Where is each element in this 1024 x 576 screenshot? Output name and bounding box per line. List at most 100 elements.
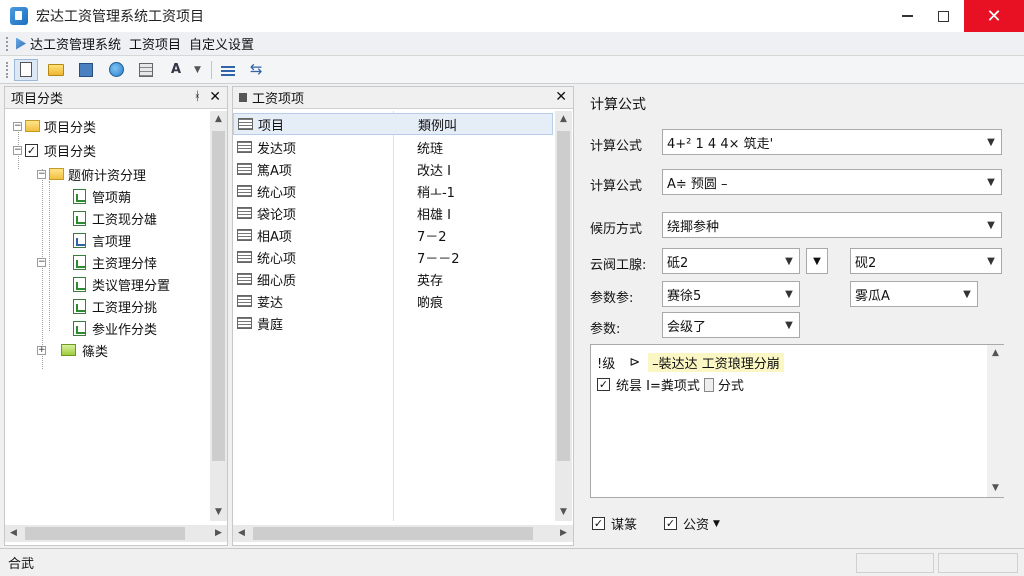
param-combo-1b-value: 砚2	[855, 255, 877, 271]
scroll-up-icon[interactable]: ▲	[987, 345, 1004, 362]
tree-item[interactable]: − 项目分类	[13, 115, 96, 137]
table-button[interactable]	[134, 59, 158, 81]
collapse-icon[interactable]: −	[37, 169, 46, 179]
param-label-3: 参数:	[590, 322, 621, 337]
open-button[interactable]	[44, 59, 68, 81]
font-dropdown-arrow[interactable]: ▼	[194, 65, 201, 75]
scroll-down-icon[interactable]: ▼	[987, 480, 1004, 497]
list-item[interactable]: 袋论项 相雄 I	[233, 202, 553, 224]
tree-item[interactable]: − 主资理分悻	[37, 251, 157, 273]
param-combo-2a[interactable]: 赛徐5 ▼	[662, 281, 800, 307]
scroll-up-icon[interactable]: ▲	[555, 111, 572, 128]
globe-icon	[108, 62, 124, 77]
option-checkbox-2[interactable]: ✓ 公资 ▼	[664, 514, 720, 533]
editor-checkbox[interactable]: ✓	[597, 378, 610, 391]
list-item[interactable]: 统心项 稍ㅗ-1	[233, 180, 553, 202]
checkbox-checked-icon[interactable]: ✓	[592, 517, 605, 530]
scrollbar-thumb[interactable]	[557, 131, 570, 461]
expand-icon[interactable]: +	[37, 345, 46, 355]
item-name: 袋论项	[257, 207, 297, 223]
tree-item[interactable]: − ✓ 项目分类	[13, 139, 96, 161]
chevron-down-icon[interactable]: ▼	[713, 519, 720, 529]
list-item[interactable]: 相A项 7－2	[233, 224, 553, 246]
chevron-down-icon[interactable]: ▼	[779, 313, 799, 337]
font-button[interactable]: A	[164, 59, 188, 81]
option-checkbox-1[interactable]: ✓ 谋篆	[592, 514, 637, 533]
method-combo[interactable]: 绕揶参种 ▼	[662, 212, 1002, 238]
save-icon	[79, 62, 93, 77]
salary-item-pane-close-button[interactable]: ✕	[555, 89, 567, 105]
chevron-down-icon[interactable]: ▼	[981, 170, 1001, 194]
formula-combo-1[interactable]: 4+² 1 4 4× 筑走' ▼	[662, 129, 1002, 155]
formula-combo-1-value: 4+² 1 4 4× 筑走'	[667, 136, 774, 152]
tree-item[interactable]: − 题俯计资分理	[37, 163, 146, 185]
list-horizontal-scrollbar[interactable]: ◀ ▶	[233, 525, 573, 542]
tree-item[interactable]: 管项蒴	[73, 185, 131, 207]
editor-vertical-scrollbar[interactable]: ▲ ▼	[987, 345, 1004, 497]
scroll-left-icon[interactable]: ◀	[233, 525, 250, 542]
param-combo-2b[interactable]: 雾瓜A ▼	[850, 281, 978, 307]
scroll-right-icon[interactable]: ▶	[210, 525, 227, 542]
chevron-down-icon[interactable]: ▼	[981, 130, 1001, 154]
align-button[interactable]	[216, 59, 240, 81]
chevron-down-icon[interactable]: ▼	[957, 282, 977, 306]
scroll-right-icon[interactable]: ▶	[555, 525, 572, 542]
param-combo-3[interactable]: 会级了 ▼	[662, 312, 800, 338]
tree-item[interactable]: 工资理分挑	[73, 295, 157, 317]
collapse-icon[interactable]: −	[13, 121, 22, 131]
tree-item[interactable]: 类议管理分置	[73, 273, 170, 295]
chevron-down-icon[interactable]: ▼	[981, 249, 1001, 273]
checkbox-icon[interactable]: ✓	[25, 143, 38, 157]
category-pane-close-button[interactable]: ✕	[209, 89, 221, 105]
chevron-down-icon[interactable]: ▼	[981, 213, 1001, 237]
tree-item[interactable]: 言项理	[73, 229, 131, 251]
list-item[interactable]: 篤A项 改达 I	[233, 158, 553, 180]
scroll-down-icon[interactable]: ▼	[555, 504, 572, 521]
param-combo-1b[interactable]: 砚2 ▼	[850, 248, 1002, 274]
list-item[interactable]: 统心项 7－－2	[233, 246, 553, 268]
scrollbar-thumb[interactable]	[212, 131, 225, 461]
chevron-down-icon[interactable]: ▼	[779, 282, 799, 306]
tree-item[interactable]: 参业作分类	[73, 317, 157, 339]
open-folder-icon	[48, 63, 64, 76]
maximize-button[interactable]	[920, 0, 966, 32]
tree-horizontal-scrollbar[interactable]: ◀ ▶	[5, 525, 227, 542]
breadcrumb-item-system[interactable]: 达工资管理系统	[30, 34, 121, 53]
list-item[interactable]: 荽达 啲痕	[233, 290, 553, 312]
param-combo-1a[interactable]: 砥2 ▼	[662, 248, 800, 274]
param-extra-dropdown[interactable]: ▼	[806, 248, 828, 274]
scroll-up-icon[interactable]: ▲	[210, 111, 227, 128]
scroll-left-icon[interactable]: ◀	[5, 525, 22, 542]
save-button[interactable]	[74, 59, 98, 81]
swap-button[interactable]	[246, 59, 270, 81]
folder-icon	[25, 120, 40, 132]
item-name: 细心质	[257, 273, 297, 289]
list-item[interactable]: 貴庭	[233, 312, 553, 334]
scrollbar-thumb[interactable]	[253, 527, 533, 540]
close-button[interactable]: ✕	[964, 0, 1024, 32]
pin-icon[interactable]: ᚼ	[194, 89, 201, 103]
editor-line-1: !级 ⊳ –裝达达 工资琅理分崩	[597, 353, 784, 372]
list-item-icon	[237, 317, 252, 329]
list-item[interactable]: 项目 類例叫	[233, 113, 553, 135]
list-item[interactable]: 细心质 英存	[233, 268, 553, 290]
formula-editor[interactable]: !级 ⊳ –裝达达 工资琅理分崩 ✓ 统昙 I=粪项式 分式 ▲ ▼	[590, 344, 1004, 498]
list-vertical-scrollbar[interactable]: ▲ ▼	[555, 111, 572, 521]
tree-item[interactable]: 工资现分雄	[73, 207, 157, 229]
tree-item[interactable]: + 篠类	[37, 339, 108, 361]
checkbox-checked-icon[interactable]: ✓	[664, 517, 677, 530]
breadcrumb-item-custom-settings[interactable]: 自定义设置	[189, 34, 254, 53]
formula-combo-2[interactable]: A≑ 预圆 – ▼	[662, 169, 1002, 195]
editor-line-2-text: 统昙 I=粪项式	[616, 379, 700, 394]
expand-icon[interactable]: −	[37, 257, 46, 267]
tree-vertical-scrollbar[interactable]: ▲ ▼	[210, 111, 227, 521]
list-item[interactable]: 发达项 统琏	[233, 136, 553, 158]
web-button[interactable]	[104, 59, 128, 81]
breadcrumb-item-salary-item[interactable]: 工资项目	[129, 34, 181, 53]
item-name: 发达项	[257, 141, 297, 157]
collapse-icon[interactable]: −	[13, 145, 22, 155]
chevron-down-icon[interactable]: ▼	[779, 249, 799, 273]
scrollbar-thumb[interactable]	[25, 527, 185, 540]
new-button[interactable]	[14, 58, 38, 81]
scroll-down-icon[interactable]: ▼	[210, 504, 227, 521]
